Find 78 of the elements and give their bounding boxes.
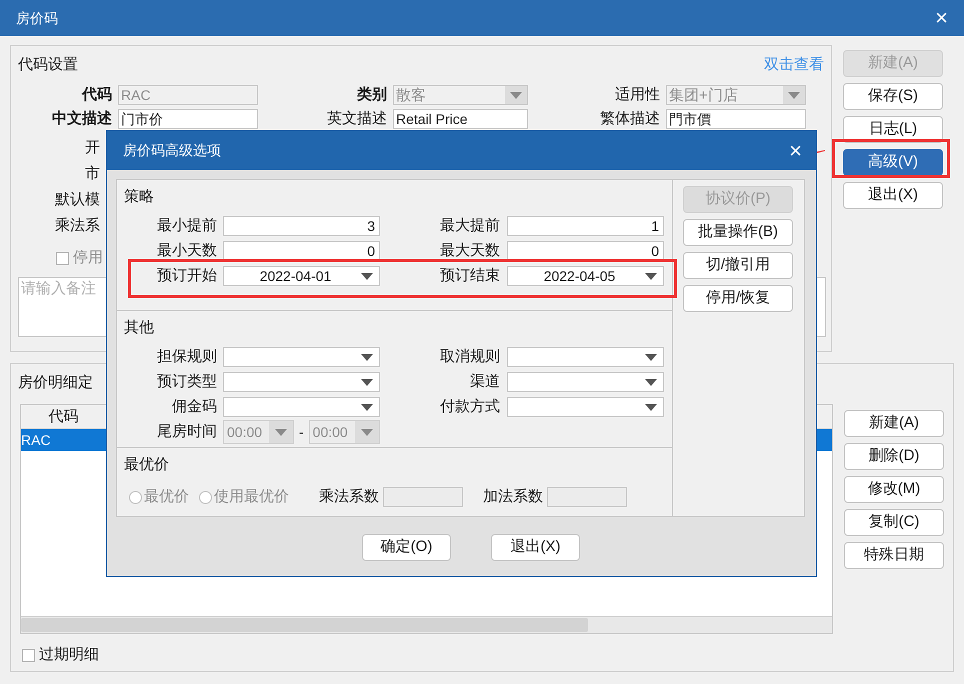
toolbar-button[interactable]: 新建(A) xyxy=(844,410,944,437)
range-separator: - xyxy=(299,422,304,442)
field-label: 加法系数 xyxy=(483,486,543,507)
field-label: 预订结束 xyxy=(439,266,501,286)
toolbar-button[interactable]: 高级(V) xyxy=(843,149,943,176)
dropdown-field[interactable] xyxy=(507,347,664,367)
field-label: 最小提前 xyxy=(156,216,218,236)
toolbar-button[interactable]: 修改(M) xyxy=(844,476,944,503)
field-label: 最小天数 xyxy=(156,240,218,261)
section-title: 其他 xyxy=(123,318,154,338)
toolbar-button[interactable]: 删除(D) xyxy=(844,443,944,470)
checkbox-label: 停用 xyxy=(73,248,103,268)
dropdown-field[interactable] xyxy=(223,347,380,367)
caret-icon xyxy=(361,404,373,410)
field-label: 中文描述 xyxy=(51,108,113,129)
close-button[interactable]: × xyxy=(789,140,802,162)
field-label: 担保规则 xyxy=(156,346,218,367)
checkbox-label: 过期明细 xyxy=(39,644,99,665)
caret-icon xyxy=(645,378,657,386)
field-label: 繁体描述 xyxy=(599,108,661,129)
field-label: 市 xyxy=(84,164,100,184)
side-button[interactable]: 切/撤引用 xyxy=(683,252,793,279)
dropdown-field[interactable] xyxy=(223,372,380,392)
toolbar-button[interactable]: 特殊日期 xyxy=(844,542,944,569)
field-label: 默认模 xyxy=(54,190,100,210)
field-label: 类别 xyxy=(356,84,388,105)
field-label: 尾房时间 xyxy=(156,422,218,442)
dropdown-field[interactable] xyxy=(507,397,664,417)
field-label: 乘法系 xyxy=(54,216,100,236)
field-label: 适用性 xyxy=(614,84,661,105)
caret-icon xyxy=(510,92,522,98)
side-button[interactable]: 停用/恢复 xyxy=(683,285,793,312)
number-field[interactable]: 0 xyxy=(223,241,380,261)
dropdown-field[interactable] xyxy=(507,372,664,392)
dialog-title: 房价码高级选项 xyxy=(123,141,221,160)
toolbar-button[interactable]: 退出(X) xyxy=(843,182,943,209)
toolbar-button[interactable]: 保存(S) xyxy=(843,83,943,110)
text-field[interactable]: Retail Price xyxy=(393,109,528,129)
field-label: 乘法系数 xyxy=(319,486,379,507)
side-button[interactable]: 批量操作(B) xyxy=(683,219,793,246)
table-cell-text: RAC xyxy=(21,431,52,450)
dropdown-field[interactable]: 2022-04-01 xyxy=(223,266,380,286)
number-field[interactable]: 0 xyxy=(507,241,664,261)
number-field[interactable]: 3 xyxy=(223,216,380,236)
field-label: 开 xyxy=(84,138,100,158)
caret-icon xyxy=(788,92,800,98)
field-label: 最大提前 xyxy=(439,216,501,236)
field-label: 取消规则 xyxy=(439,346,501,367)
dropdown-field[interactable]: 2022-04-05 xyxy=(507,266,664,286)
caret-icon xyxy=(645,272,657,280)
field-label: 最大天数 xyxy=(439,240,501,261)
field-label: 英文描述 xyxy=(326,108,388,129)
dropdown-field[interactable] xyxy=(223,397,380,417)
number-field[interactable]: 1 xyxy=(507,216,664,236)
checkbox[interactable] xyxy=(22,648,35,662)
caret-icon xyxy=(645,404,657,410)
group-title: 房价明细定 xyxy=(18,373,93,393)
field-label: 佣金码 xyxy=(171,396,218,417)
caret-icon xyxy=(361,272,373,280)
window-title: 房价码 xyxy=(16,8,58,28)
group-title: 代码设置 xyxy=(18,54,78,75)
dialog-button[interactable]: 确定(O) xyxy=(362,534,451,561)
toolbar-button[interactable]: 复制(C) xyxy=(844,509,944,536)
section-title: 策略 xyxy=(123,187,154,207)
field-label: 预订开始 xyxy=(156,266,218,286)
horizontal-scrollbar[interactable] xyxy=(21,616,832,633)
close-button[interactable]: × xyxy=(935,7,948,29)
checkbox[interactable] xyxy=(56,252,69,264)
section-title: 最优价 xyxy=(123,455,169,475)
field-label: 付款方式 xyxy=(439,396,501,417)
dialog-button[interactable]: 退出(X) xyxy=(491,534,580,561)
text-field[interactable]: 門市價 xyxy=(666,109,806,129)
field-label: 代码 xyxy=(80,84,113,105)
scrollbar-thumb[interactable] xyxy=(21,618,588,632)
caret-icon xyxy=(361,378,373,386)
field-label: 预订类型 xyxy=(156,372,218,392)
text-field[interactable]: 门市价 xyxy=(118,109,258,129)
field-label: 渠道 xyxy=(469,372,501,392)
